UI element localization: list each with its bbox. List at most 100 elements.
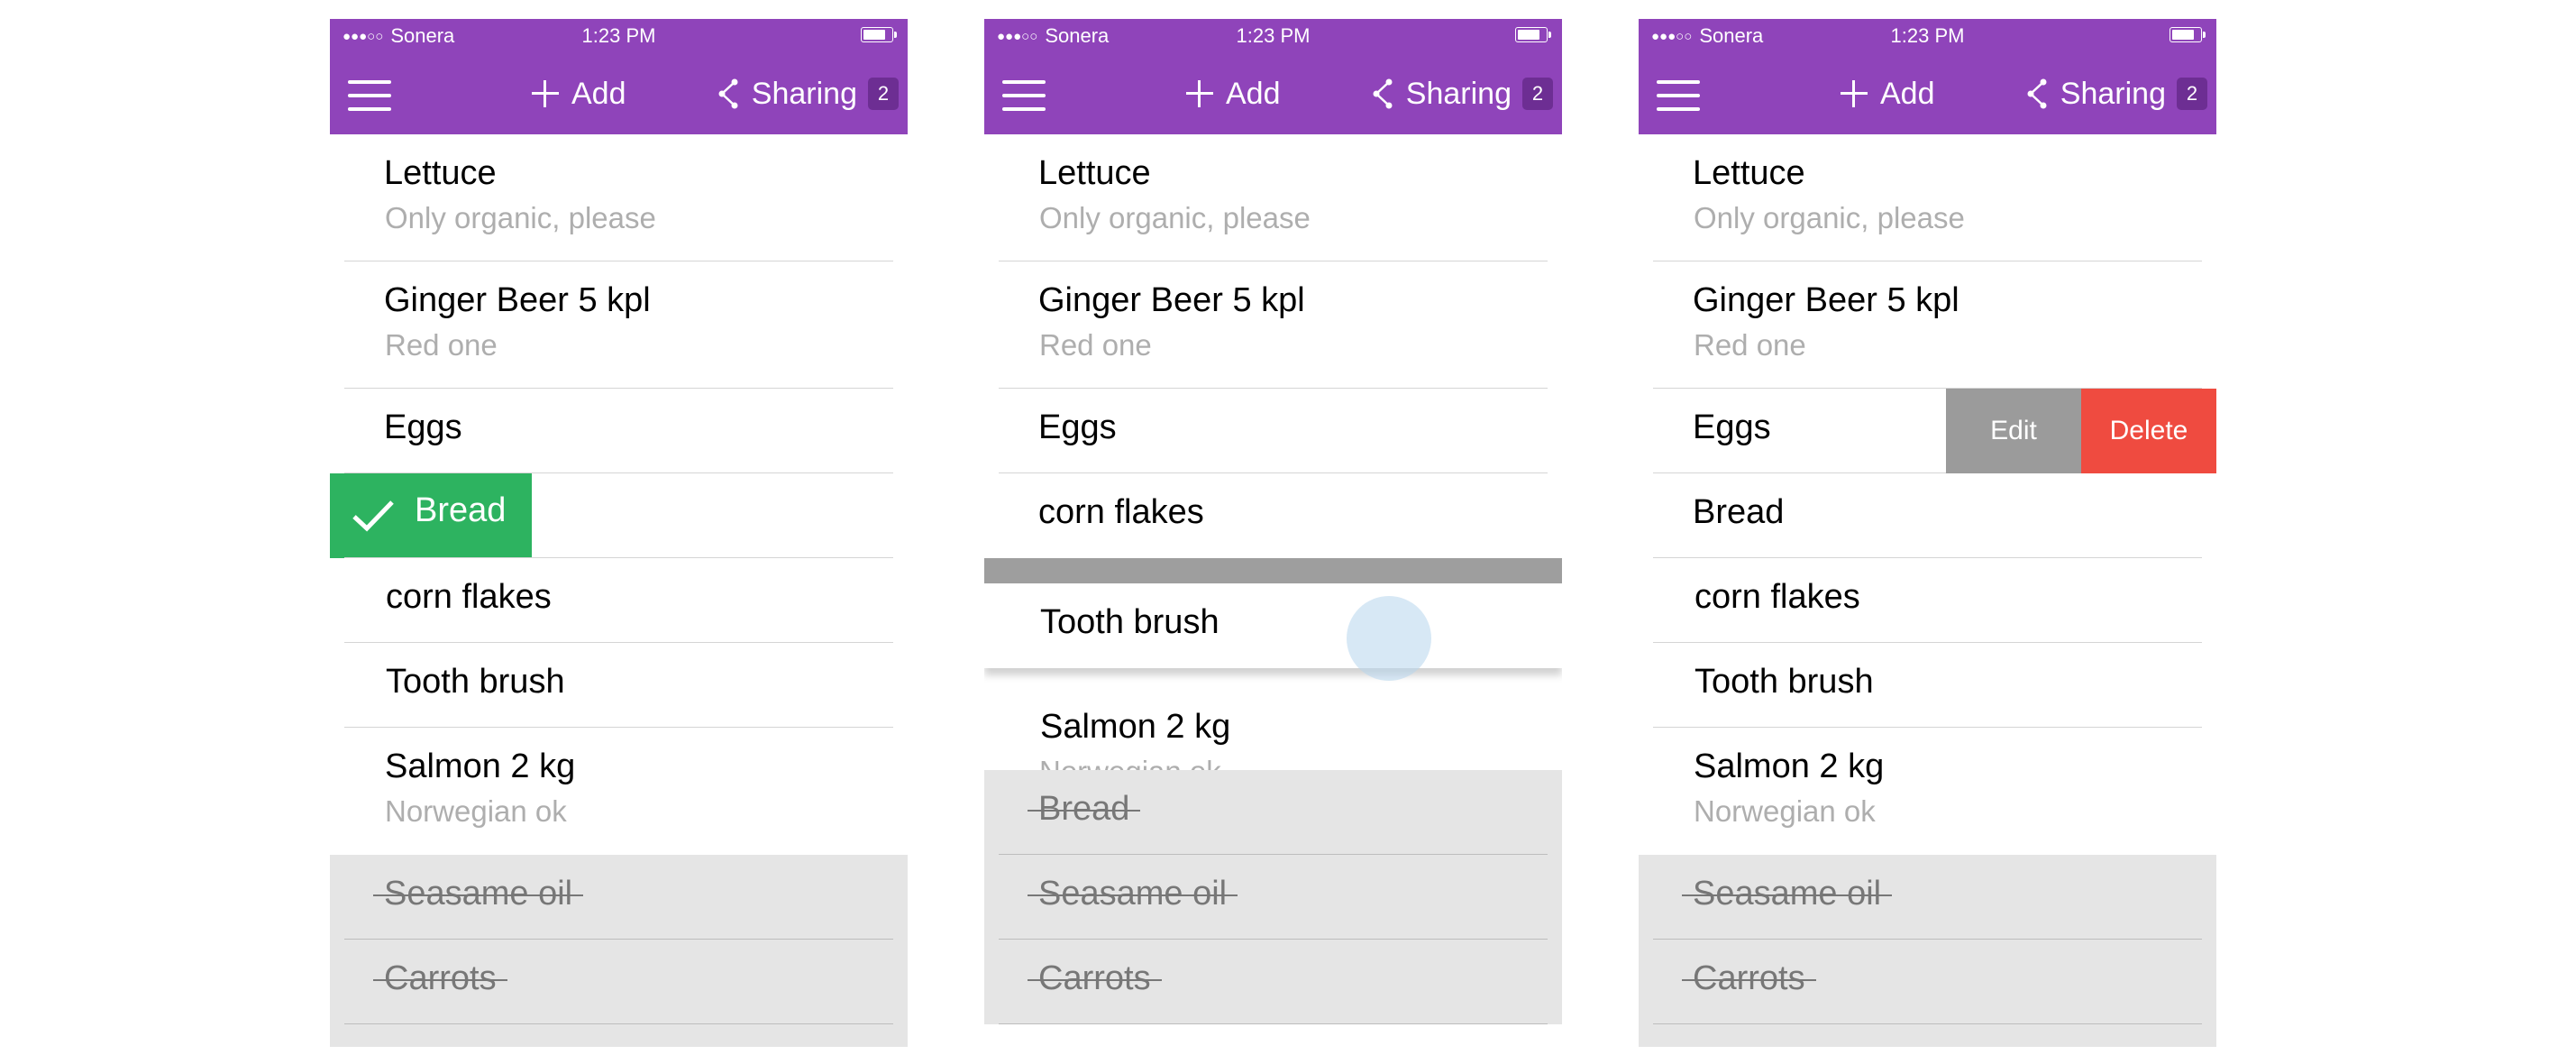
item-title: Salmon 2 kg	[385, 748, 576, 785]
sharing-count-badge: 2	[2177, 78, 2207, 110]
item-title: Tooth brush	[1694, 663, 1874, 701]
item-title: Eggs	[384, 408, 462, 446]
sharing-count-badge: 2	[868, 78, 899, 110]
list-item[interactable]: Eggs	[984, 389, 1562, 473]
item-title: Bread	[1693, 493, 1785, 531]
touch-indicator	[1347, 596, 1431, 681]
list-item[interactable]: Bread	[1639, 473, 2216, 558]
item-title: corn flakes	[1694, 578, 1860, 616]
completed-area	[1639, 1024, 2216, 1047]
completed-item[interactable]: Carrots	[984, 940, 1562, 1024]
item-title: Bread	[1028, 790, 1141, 829]
item-note: Norwegian ok	[1694, 794, 1876, 828]
add-button[interactable]: Add	[1186, 73, 1281, 115]
item-title: Carrots	[373, 959, 507, 998]
phone-screen-1: ●●●○○ Sonera 1:23 PM Add Sharing 2 Lettuc…	[330, 19, 908, 1047]
plus-icon	[532, 80, 559, 107]
share-icon	[1373, 78, 1393, 109]
list-item[interactable]: corn flakes	[984, 473, 1562, 558]
phone-screen-3: ●●●○○ Sonera 1:23 PM Add Sharing 2 Lettuc…	[1639, 19, 2216, 1047]
edit-button[interactable]: Edit	[1946, 389, 2081, 473]
item-title: Lettuce	[1693, 154, 1805, 192]
drop-placeholder	[984, 558, 1562, 583]
list-item[interactable]: Ginger Beer 5 kpl Red one	[1639, 261, 2216, 389]
completed-item[interactable]: Carrots	[330, 940, 908, 1024]
sharing-button[interactable]: Sharing 2	[717, 73, 899, 115]
item-note: Norwegian ok	[385, 794, 567, 828]
item-title: Tooth brush	[386, 663, 565, 701]
sharing-count-badge: 2	[1522, 78, 1553, 110]
add-button[interactable]: Add	[1841, 73, 1935, 115]
status-bar: ●●●○○ Sonera 1:23 PM	[984, 19, 1562, 55]
menu-icon[interactable]	[1657, 80, 1700, 111]
item-title: Salmon 2 kg	[1694, 748, 1885, 785]
item-title: Carrots	[1682, 959, 1816, 998]
item-note: Only organic, please	[1039, 201, 1311, 234]
item-title: Seasame oil	[1028, 875, 1238, 913]
battery-icon	[1515, 27, 1553, 44]
item-title: Ginger Beer 5 kpl	[384, 281, 651, 319]
list-item[interactable]: Lettuce Only organic, please	[1639, 134, 2216, 261]
status-time: 1:23 PM	[1890, 24, 1965, 47]
checked-indicator: Bread	[330, 473, 532, 558]
nav-bar: Add Sharing 2	[330, 55, 908, 134]
menu-icon[interactable]	[1002, 80, 1046, 111]
list-end	[984, 1024, 1562, 1047]
sharing-button[interactable]: Sharing 2	[2026, 73, 2207, 115]
list-item[interactable]: Tooth brush	[330, 643, 908, 728]
nav-bar: Add Sharing 2	[984, 55, 1562, 134]
completed-item[interactable]: Bread	[984, 770, 1562, 855]
item-note: Red one	[1694, 328, 1806, 362]
completed-area	[330, 1024, 908, 1047]
list-item[interactable]: corn flakes	[1639, 558, 2216, 643]
add-label: Add	[571, 76, 626, 111]
battery-icon	[2170, 27, 2207, 44]
delete-button[interactable]: Delete	[2081, 389, 2216, 473]
item-note: Only organic, please	[385, 201, 656, 234]
battery-icon	[861, 27, 899, 44]
item-title: corn flakes	[1038, 493, 1204, 531]
completed-item[interactable]: Seasame oil	[1639, 855, 2216, 940]
status-time: 1:23 PM	[581, 24, 656, 47]
list-item[interactable]: Lettuce Only organic, please	[330, 134, 908, 261]
item-title: Seasame oil	[373, 875, 584, 913]
share-icon	[718, 78, 738, 109]
plus-icon	[1841, 80, 1868, 107]
list-item[interactable]: Eggs	[330, 389, 908, 473]
list-item[interactable]: Ginger Beer 5 kpl Red one	[984, 261, 1562, 389]
item-title: Lettuce	[1038, 154, 1151, 192]
sharing-label: Sharing	[2060, 76, 2166, 111]
list-item-checked[interactable]: Bread	[330, 473, 908, 558]
menu-icon[interactable]	[348, 80, 391, 111]
list-item[interactable]: Salmon 2 kg Norwegian ok	[1639, 728, 2216, 855]
item-title: Seasame oil	[1682, 875, 1893, 913]
list-item[interactable]: Lettuce Only organic, please	[984, 134, 1562, 261]
status-bar: ●●●○○ Sonera 1:23 PM	[1639, 19, 2216, 55]
status-time: 1:23 PM	[1236, 24, 1311, 47]
plus-icon	[1186, 80, 1213, 107]
add-button[interactable]: Add	[532, 73, 626, 115]
item-title: Eggs	[1693, 408, 1771, 446]
item-title: Bread	[415, 491, 507, 529]
item-note: Only organic, please	[1694, 201, 1965, 234]
phone-screen-2: ●●●○○ Sonera 1:23 PM Add Sharing 2 Lettuc…	[984, 19, 1562, 1047]
checkmark-icon	[352, 500, 394, 532]
item-title: Ginger Beer 5 kpl	[1038, 281, 1305, 319]
nav-bar: Add Sharing 2	[1639, 55, 2216, 134]
item-note: Red one	[1039, 328, 1152, 362]
completed-item[interactable]: Seasame oil	[330, 855, 908, 940]
dragging-item[interactable]: Tooth brush	[984, 583, 1562, 681]
list-item[interactable]: Tooth brush	[1639, 643, 2216, 728]
item-title: Lettuce	[384, 154, 497, 192]
list-item[interactable]: corn flakes	[330, 558, 908, 643]
add-label: Add	[1226, 76, 1281, 111]
completed-item[interactable]: Seasame oil	[984, 855, 1562, 940]
completed-item[interactable]: Carrots	[1639, 940, 2216, 1024]
share-icon	[2027, 78, 2047, 109]
sharing-label: Sharing	[751, 76, 857, 111]
item-title: corn flakes	[386, 578, 552, 616]
list-item[interactable]: Salmon 2 kg Norwegian ok	[330, 728, 908, 855]
list-item-swiped[interactable]: Eggs Edit Delete	[1639, 389, 2216, 473]
list-item[interactable]: Ginger Beer 5 kpl Red one	[330, 261, 908, 389]
sharing-button[interactable]: Sharing 2	[1372, 73, 1553, 115]
